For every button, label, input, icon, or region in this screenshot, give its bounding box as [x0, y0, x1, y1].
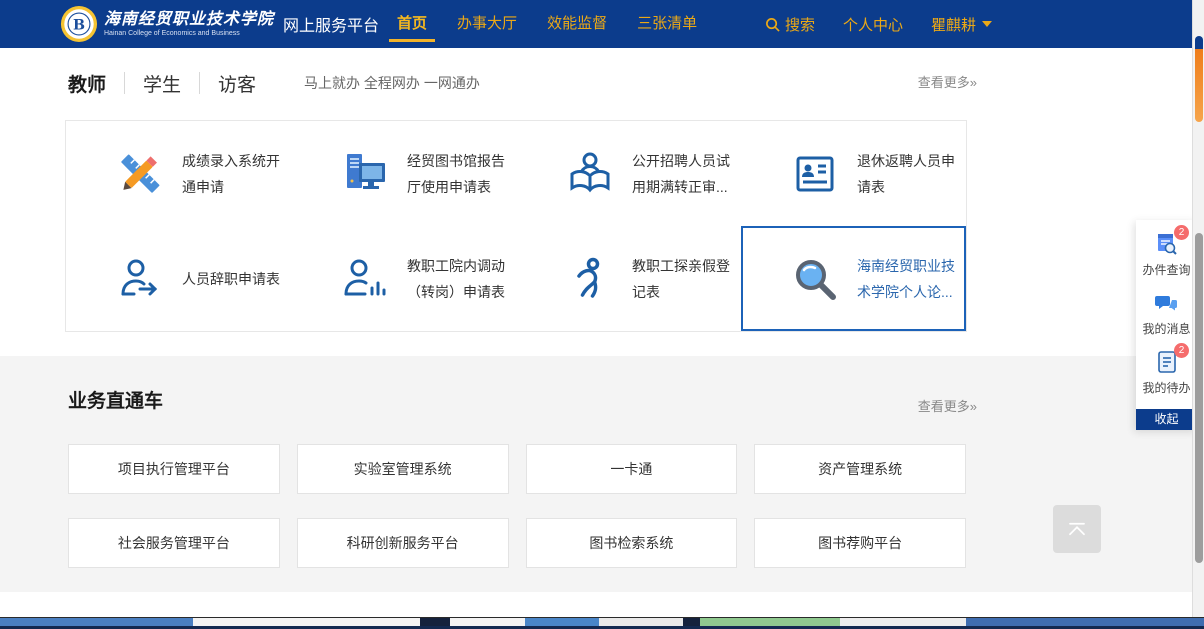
chevron-down-icon — [982, 21, 992, 27]
biz-button-research-platform[interactable]: 科研创新服务平台 — [297, 518, 509, 568]
panel-item-messages[interactable]: 我的消息 — [1136, 291, 1197, 337]
view-more-business-link[interactable]: 查看更多» — [918, 396, 977, 415]
panel-item-label: 我的消息 — [1136, 320, 1197, 337]
case-query-badge: 2 — [1174, 225, 1189, 240]
user-dropdown[interactable]: 瞿麒耕 — [931, 14, 992, 35]
scrollbar-thumb-middle[interactable] — [1195, 233, 1203, 563]
divider — [124, 72, 125, 94]
svg-text:B: B — [73, 18, 85, 34]
tab-teacher[interactable]: 教师 — [68, 70, 106, 97]
business-section: 业务直通车 项目执行管理平台 实验室管理系统 一卡通 资产管理系统 社会服务管理… — [0, 356, 1192, 592]
strip-segment — [700, 618, 840, 626]
main-nav: 首页 办事大厅 效能监督 三张清单 — [397, 0, 697, 48]
panel-item-label: 我的待办 — [1136, 379, 1197, 396]
service-card-rehire[interactable]: 退休返聘人员申请表 — [741, 121, 966, 226]
business-grid: 项目执行管理平台 实验室管理系统 一卡通 资产管理系统 社会服务管理平台 科研创… — [68, 444, 966, 568]
service-card-label: 退休返聘人员申请表 — [857, 148, 959, 200]
divider — [199, 72, 200, 94]
search-icon — [765, 17, 780, 32]
messages-icon — [1155, 291, 1179, 315]
biz-button-book-recommend[interactable]: 图书荐购平台 — [754, 518, 966, 568]
floating-side-panel: 2 办件查询 我的消息 2 我的待办 收起 — [1136, 220, 1197, 430]
college-name-en: Hainan College of Economics and Business — [104, 30, 274, 37]
nav-item-three-lists[interactable]: 三张清单 — [637, 0, 697, 48]
magnifier-icon — [791, 255, 839, 303]
view-more-services-link[interactable]: 查看更多» — [918, 72, 977, 91]
search-label: 搜索 — [785, 14, 815, 35]
tab-student[interactable]: 学生 — [143, 70, 181, 97]
nav-item-efficiency[interactable]: 效能监督 — [547, 0, 607, 48]
platform-title: 网上服务平台 — [283, 12, 379, 36]
service-card-recruitment[interactable]: 公开招聘人员试用期满转正审... — [516, 121, 741, 226]
strip-segment — [599, 618, 683, 626]
role-tabs: 教师 学生 访客 马上就办 全程网办 一网通办 — [68, 60, 480, 106]
service-card-label: 公开招聘人员试用期满转正审... — [632, 148, 734, 200]
service-card-label: 人员辞职申请表 — [182, 266, 284, 292]
service-slogan: 马上就办 全程网办 一网通办 — [304, 73, 480, 93]
page-scrollbar[interactable] — [1192, 0, 1204, 629]
panel-item-label: 办件查询 — [1136, 261, 1197, 278]
service-card-transfer[interactable]: 教职工院内调动（转岗）申请表 — [291, 226, 516, 331]
panel-item-case-query[interactable]: 2 办件查询 — [1136, 232, 1197, 278]
service-card-label: 经贸图书馆报告厅使用申请表 — [407, 148, 509, 200]
service-card-personal-forum[interactable]: 海南经贸职业技术学院个人论... — [741, 226, 966, 331]
tab-visitor[interactable]: 访客 — [218, 70, 256, 97]
service-card-home-leave[interactable]: 教职工探亲假登记表 — [516, 226, 741, 331]
business-section-title: 业务直通车 — [68, 386, 163, 413]
biz-button-lab-system[interactable]: 实验室管理系统 — [297, 444, 509, 494]
biz-button-project-mgmt[interactable]: 项目执行管理平台 — [68, 444, 280, 494]
college-name: 海南经贸职业技术学院 Hainan College of Economics a… — [104, 11, 274, 37]
todo-badge: 2 — [1174, 343, 1189, 358]
navbar-right-group: 搜索 个人中心 瞿麒耕 — [765, 14, 992, 35]
strip-segment — [0, 618, 193, 626]
service-card-label: 成绩录入系统开通申请 — [182, 148, 284, 200]
panel-collapse-button[interactable]: 收起 — [1136, 409, 1197, 430]
quick-service-grid: 成绩录入系统开通申请 经贸图书馆报告厅使用申请表 — [65, 120, 967, 332]
id-card-icon — [791, 150, 839, 198]
back-to-top-icon — [1063, 515, 1091, 543]
bottom-compressed-strip — [0, 617, 1204, 629]
username: 瞿麒耕 — [931, 14, 976, 35]
scrollbar-thumb-top[interactable] — [1195, 36, 1203, 122]
strip-segment — [193, 618, 420, 626]
search-button[interactable]: 搜索 — [765, 14, 815, 35]
service-card-resignation[interactable]: 人员辞职申请表 — [66, 226, 291, 331]
strip-segment — [966, 618, 1204, 626]
service-card-score-entry[interactable]: 成绩录入系统开通申请 — [66, 121, 291, 226]
desktop-computer-icon — [341, 150, 389, 198]
person-chart-icon — [341, 255, 389, 303]
portal-page: B 海南经贸职业技术学院 Hainan College of Economics… — [0, 0, 1204, 629]
back-to-top-button[interactable] — [1053, 505, 1101, 553]
service-card-label: 教职工探亲假登记表 — [632, 253, 734, 305]
strip-segment — [525, 618, 599, 626]
service-card-label: 海南经贸职业技术学院个人论... — [857, 253, 959, 305]
person-book-icon — [566, 150, 614, 198]
top-navbar: B 海南经贸职业技术学院 Hainan College of Economics… — [0, 0, 1192, 48]
biz-button-book-search[interactable]: 图书检索系统 — [526, 518, 738, 568]
personal-center-link[interactable]: 个人中心 — [843, 14, 903, 35]
strip-segment — [420, 618, 450, 626]
pencil-ruler-icon — [116, 150, 164, 198]
college-logo-icon: B — [60, 5, 98, 43]
strip-segment — [840, 618, 966, 626]
biz-button-asset-mgmt[interactable]: 资产管理系统 — [754, 444, 966, 494]
service-card-label: 教职工院内调动（转岗）申请表 — [407, 253, 509, 305]
nav-item-home[interactable]: 首页 — [397, 0, 427, 48]
person-resign-icon — [116, 255, 164, 303]
strip-segment — [683, 618, 700, 626]
biz-button-onecard[interactable]: 一卡通 — [526, 444, 738, 494]
person-walking-icon — [566, 255, 614, 303]
biz-button-social-service[interactable]: 社会服务管理平台 — [68, 518, 280, 568]
service-card-library-hall[interactable]: 经贸图书馆报告厅使用申请表 — [291, 121, 516, 226]
college-name-cn: 海南经贸职业技术学院 — [104, 11, 274, 27]
panel-item-todo[interactable]: 2 我的待办 — [1136, 350, 1197, 396]
nav-item-service-hall[interactable]: 办事大厅 — [457, 0, 517, 48]
strip-segment — [450, 618, 525, 626]
